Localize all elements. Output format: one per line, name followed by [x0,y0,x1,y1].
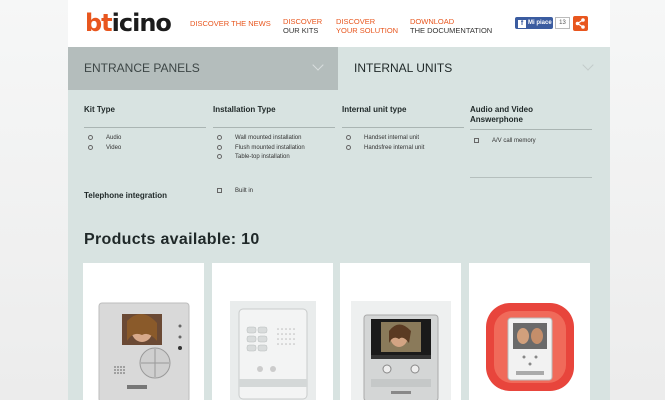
nav-discover-news[interactable]: DISCOVER THE NEWS [190,19,271,28]
divider [470,177,592,178]
filter-audio-video-answerphone: Audio and Video Answerphone A/V call memo… [470,105,592,146]
radio-icon[interactable] [217,154,222,159]
filter-kit-type: Kit Type Audio Video [84,105,206,152]
radio-handsfree[interactable]: Handsfree internal unit [342,143,464,153]
checkbox-icon[interactable] [474,138,479,143]
share-button[interactable] [573,16,588,31]
filter-panel: Kit Type Audio Video Installation Type W… [68,90,610,215]
filter-title: Installation Type [213,105,276,114]
radio-audio[interactable]: Audio [84,133,206,143]
filter-internal-unit-type: Internal unit type Handset internal unit… [342,105,464,152]
nav-discover-kits[interactable]: DISCOVER OUR KITS [283,17,322,35]
radio-handset[interactable]: Handset internal unit [342,133,464,143]
product-image [351,301,451,400]
product-image [97,301,191,400]
nav-discover-solution[interactable]: DISCOVER YOUR SOLUTION [336,17,398,35]
product-card[interactable] [212,263,333,400]
facebook-icon: f [518,20,526,28]
filter-telephone-integration-title: Telephone integration [84,191,167,200]
products-count-heading: Products available: 10 [84,231,260,248]
radio-icon[interactable] [217,135,222,140]
chevron-down-icon [312,59,324,71]
radio-icon[interactable] [88,135,93,140]
filter-telephone-integration: Built in [213,186,333,196]
checkbox-av-call-memory[interactable]: A/V call memory [470,136,592,146]
radio-icon[interactable] [217,144,222,150]
bticino-logo[interactable]: bticino [85,11,172,35]
products-section: Products available: 10 [68,215,610,400]
product-card[interactable] [340,263,461,400]
category-tabs: ENTRANCE PANELS INTERNAL UNITS [68,47,610,90]
radio-video[interactable]: Video [84,143,206,153]
radio-wall-mounted[interactable]: Wall mounted installation [213,133,335,143]
product-card[interactable] [83,263,204,400]
filter-title: Audio and Video Answerphone [470,105,533,124]
chevron-down-icon [582,59,594,71]
checkbox-built-in[interactable]: Built in [213,186,333,196]
tab-internal-units[interactable]: INTERNAL UNITS [338,47,610,90]
filter-title: Kit Type [84,105,115,114]
filter-title: Internal unit type [342,105,407,114]
nav-download-documentation[interactable]: DOWNLOAD THE DOCUMENTATION [410,17,492,35]
radio-flush-mounted[interactable]: Flush mounted installation [213,143,335,153]
radio-icon[interactable] [346,144,351,150]
radio-table-top[interactable]: Table-top installation [213,152,335,162]
site-header: bticino DISCOVER THE NEWS DISCOVER OUR KI… [68,0,610,47]
product-image [230,301,316,400]
tab-entrance-panels[interactable]: ENTRANCE PANELS [68,47,338,90]
filter-installation-type: Installation Type Wall mounted installat… [213,105,335,162]
facebook-like-button[interactable]: f Mi piace [515,17,553,29]
like-count: 13 [555,17,570,29]
page: bticino DISCOVER THE NEWS DISCOVER OUR KI… [68,0,610,400]
radio-icon[interactable] [346,135,351,140]
product-image [482,301,578,400]
share-icon [575,18,585,29]
product-card[interactable] [469,263,590,400]
checkbox-icon[interactable] [217,188,222,193]
radio-icon[interactable] [88,144,93,150]
